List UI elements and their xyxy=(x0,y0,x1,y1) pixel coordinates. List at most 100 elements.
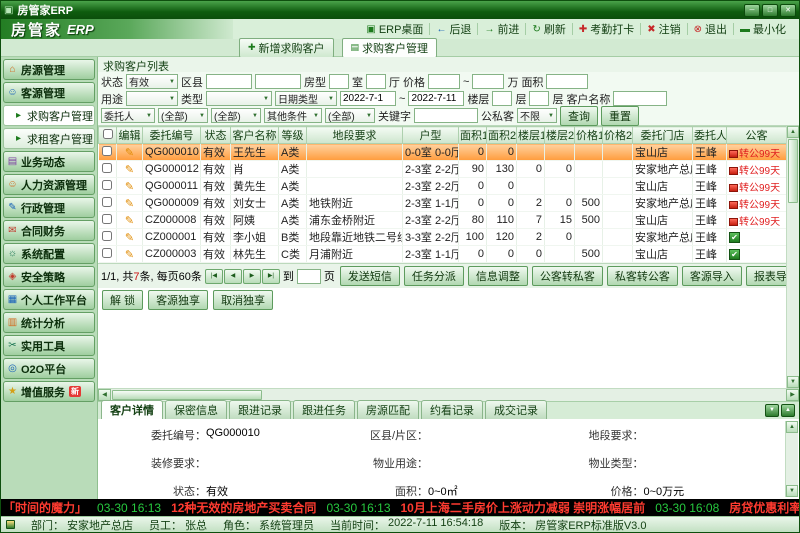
private-to-public-button[interactable]: 私客转公客 xyxy=(607,266,678,286)
table-row[interactable]: ✎CZ000008有效阿姨A类浦东金桥附近2-3室 2-2厅8011071550… xyxy=(99,212,787,229)
tab-purchase-customer-management[interactable]: ▤ 求购客户管理 xyxy=(342,38,438,58)
block-input[interactable] xyxy=(255,74,301,89)
back-button[interactable]: ←后退 xyxy=(431,20,476,38)
type-select[interactable]: ▼ xyxy=(206,91,272,106)
column-header-14[interactable]: 委托人 xyxy=(693,127,727,144)
column-header-9[interactable]: 楼层1 xyxy=(517,127,545,144)
use-select[interactable]: ▼ xyxy=(126,91,178,106)
sidebar-item-business-activity[interactable]: ▤业务动态 xyxy=(3,151,95,172)
sidebar-item-security-policy[interactable]: ◈安全策略 xyxy=(3,266,95,287)
detail-tab-followup-tasks[interactable]: 跟进任务 xyxy=(293,400,355,419)
column-header-3[interactable]: 客户名称 xyxy=(231,127,279,144)
scrollbar-track[interactable] xyxy=(786,433,798,485)
erp-desktop-button[interactable]: ▣ERP桌面 xyxy=(361,20,428,38)
price-max-input[interactable] xyxy=(472,74,504,89)
detail-vertical-scrollbar[interactable]: ▲ ▼ xyxy=(785,421,798,497)
row-checkbox[interactable] xyxy=(102,163,112,173)
edit-pencil-icon[interactable]: ✎ xyxy=(125,232,134,244)
floor-min-input[interactable] xyxy=(492,91,512,106)
scrollbar-track[interactable] xyxy=(787,204,799,376)
row-checkbox[interactable] xyxy=(102,214,112,224)
scroll-up-button[interactable]: ▲ xyxy=(786,421,798,433)
scroll-down-button[interactable]: ▼ xyxy=(786,485,798,497)
sidebar-item-system-config[interactable]: ☼系统配置 xyxy=(3,243,95,264)
sidebar-item-housing-management[interactable]: ⌂房源管理 xyxy=(3,59,95,80)
hscrollbar-thumb[interactable] xyxy=(112,390,262,400)
sidebar-item-statistics[interactable]: ▥统计分析 xyxy=(3,312,95,333)
detail-tab-confidential-info[interactable]: 保密信息 xyxy=(165,400,227,419)
page-next-button[interactable]: ▶ xyxy=(243,269,261,284)
filter-all-select-1[interactable]: (全部)▼ xyxy=(158,108,208,123)
reset-button[interactable]: 重置 xyxy=(601,106,639,126)
exit-button[interactable]: ⊗退出 xyxy=(689,20,732,38)
date-from-input[interactable] xyxy=(340,91,396,106)
sidebar-item-administration[interactable]: ✎行政管理 xyxy=(3,197,95,218)
goto-page-input[interactable] xyxy=(297,269,321,284)
filter-all-select-3[interactable]: (全部)▼ xyxy=(325,108,375,123)
column-header-10[interactable]: 楼层2 xyxy=(545,127,575,144)
scroll-right-button[interactable]: ▶ xyxy=(786,389,799,401)
sidebar-item-hr-management[interactable]: ☺人力资源管理 xyxy=(3,174,95,195)
row-checkbox[interactable] xyxy=(102,180,112,190)
district-input[interactable] xyxy=(206,74,252,89)
unlock-button[interactable]: 解 锁 xyxy=(102,290,143,310)
cancel-exclusive-button[interactable]: 取消独享 xyxy=(213,290,273,310)
date-type-select[interactable]: 日期类型▼ xyxy=(275,91,337,106)
filter-all-select-2[interactable]: (全部)▼ xyxy=(211,108,261,123)
page-first-button[interactable]: |◀ xyxy=(205,269,223,284)
column-header-11[interactable]: 价格1 xyxy=(575,127,603,144)
detail-tab-deal-records[interactable]: 成交记录 xyxy=(485,400,547,419)
table-row[interactable]: ✎QG000012有效肖A类2-3室 2-2厅9013000安家地产总店王峰转公… xyxy=(99,161,787,178)
date-to-input[interactable] xyxy=(408,91,464,106)
column-header-7[interactable]: 面积1 xyxy=(459,127,487,144)
forward-button[interactable]: →前进 xyxy=(479,20,524,38)
row-checkbox[interactable] xyxy=(102,197,112,207)
sidebar-item-contract-finance[interactable]: ✉合同财务 xyxy=(3,220,95,241)
column-header-12[interactable]: 价格2 xyxy=(603,127,633,144)
status-select[interactable]: 有效▼ xyxy=(126,74,178,89)
scroll-down-button[interactable]: ▼ xyxy=(787,376,799,388)
exclusive-button[interactable]: 客源独享 xyxy=(148,290,208,310)
column-header-2[interactable]: 状态 xyxy=(201,127,231,144)
table-row[interactable]: ✎CZ000003有效林先生C类月浦附近2-3室 1-1厅000500宝山店王峰… xyxy=(99,246,787,263)
table-row[interactable]: ✎QG000010有效王先生A类0-0室 0-0厅00宝山店王峰转公99天 xyxy=(99,144,787,161)
table-row[interactable]: ✎QG000011有效黄先生A类2-3室 2-2厅00宝山店王峰转公99天 xyxy=(99,178,787,195)
new-purchase-customer-button[interactable]: ✚ 新增求购客户 xyxy=(239,38,334,58)
minimize-button[interactable]: ▬最小化 xyxy=(735,20,791,38)
scrollbar-thumb[interactable] xyxy=(788,139,798,203)
sidebar-item-purchase-customer-management[interactable]: ▸求购客户管理 xyxy=(3,105,95,126)
attendance-button[interactable]: ✚考勤打卡 xyxy=(574,20,639,38)
keyword-input[interactable] xyxy=(414,108,478,123)
edit-pencil-icon[interactable]: ✎ xyxy=(125,198,134,210)
detail-tab-property-match[interactable]: 房源匹配 xyxy=(357,400,419,419)
refresh-button[interactable]: ↻刷新 xyxy=(527,20,570,38)
sidebar-item-customer-management[interactable]: ☺客源管理 xyxy=(3,82,95,103)
window-maximize-button[interactable]: □ xyxy=(762,4,778,17)
table-row[interactable]: ✎CZ000001有效李小姐B类地段靠近地铁二号线就可以3-3室 2-2厅100… xyxy=(99,229,787,246)
edit-pencil-icon[interactable]: ✎ xyxy=(125,249,134,261)
window-close-button[interactable]: ✕ xyxy=(780,4,796,17)
agent-select[interactable]: 委托人▼ xyxy=(101,108,155,123)
table-row[interactable]: ✎QG000009有效刘女士A类地铁附近2-3室 1-1厅0020500安家地产… xyxy=(99,195,787,212)
detail-tab-customer-detail[interactable]: 客户详情 xyxy=(101,400,163,419)
edit-pencil-icon[interactable]: ✎ xyxy=(125,181,134,193)
row-checkbox[interactable] xyxy=(102,231,112,241)
customer-name-input[interactable] xyxy=(613,91,667,106)
row-checkbox[interactable] xyxy=(102,248,112,258)
sidebar-item-value-added-services[interactable]: ★增值服务新 xyxy=(3,381,95,402)
scroll-up-button[interactable]: ▲ xyxy=(787,126,799,138)
table-horizontal-scrollbar[interactable]: ◀ ▶ xyxy=(98,388,799,401)
price-min-input[interactable] xyxy=(428,74,460,89)
table-vertical-scrollbar[interactable]: ▲ ▼ xyxy=(786,126,799,388)
sidebar-item-personal-workspace[interactable]: ▦个人工作平台 xyxy=(3,289,95,310)
column-header-4[interactable]: 等级 xyxy=(279,127,307,144)
detail-expand-button[interactable]: ▲ xyxy=(781,404,795,417)
column-header-6[interactable]: 户型 xyxy=(403,127,459,144)
public-to-private-button[interactable]: 公客转私客 xyxy=(532,266,603,286)
hscrollbar-track[interactable] xyxy=(111,389,786,401)
sidebar-item-o2o-platform[interactable]: ◎O2O平台 xyxy=(3,358,95,379)
size-input[interactable] xyxy=(546,74,588,89)
column-header-13[interactable]: 委托门店 xyxy=(633,127,693,144)
rooms-input[interactable] xyxy=(329,74,349,89)
logout-button[interactable]: ✖注销 xyxy=(642,20,685,38)
